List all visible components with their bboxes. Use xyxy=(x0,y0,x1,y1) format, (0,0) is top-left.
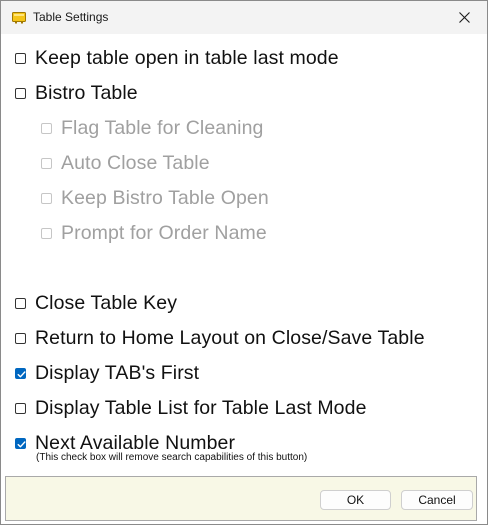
close-icon xyxy=(458,12,470,23)
checkbox xyxy=(41,122,52,134)
checkbox xyxy=(41,192,52,204)
option-keep-table-open[interactable]: Keep table open in table last mode xyxy=(15,46,339,70)
checkmark-icon xyxy=(17,440,26,447)
option-display-tabs-first[interactable]: Display TAB's First xyxy=(15,361,199,385)
option-label: Prompt for Order Name xyxy=(61,221,267,244)
checkbox-checked[interactable] xyxy=(15,367,26,379)
checkmark-icon xyxy=(17,370,26,377)
checkbox xyxy=(41,157,52,169)
ok-button[interactable]: OK xyxy=(320,490,391,510)
checkbox[interactable] xyxy=(15,297,26,309)
option-bistro-table[interactable]: Bistro Table xyxy=(15,81,138,105)
next-available-note: (This check box will remove search capab… xyxy=(36,452,308,463)
option-close-table-key[interactable]: Close Table Key xyxy=(15,291,177,315)
option-label: Return to Home Layout on Close/Save Tabl… xyxy=(35,326,425,349)
cancel-button[interactable]: Cancel xyxy=(401,490,473,510)
option-label: Close Table Key xyxy=(35,291,178,314)
option-return-home-layout[interactable]: Return to Home Layout on Close/Save Tabl… xyxy=(15,326,425,350)
title-bar: Table Settings xyxy=(1,1,487,34)
checkbox[interactable] xyxy=(15,402,26,414)
option-flag-table-cleaning: Flag Table for Cleaning xyxy=(41,116,263,140)
footer-divider xyxy=(476,476,477,521)
option-label: Keep table open in table last mode xyxy=(35,46,339,69)
table-settings-icon xyxy=(12,12,26,24)
option-label: Flag Table for Cleaning xyxy=(61,116,264,139)
close-button[interactable] xyxy=(441,1,487,34)
window-title: Table Settings xyxy=(33,10,109,24)
option-prompt-order-name: Prompt for Order Name xyxy=(41,221,267,245)
checkbox xyxy=(41,227,52,239)
option-auto-close-table: Auto Close Table xyxy=(41,151,210,175)
checkbox[interactable] xyxy=(15,87,26,99)
option-keep-bistro-open: Keep Bistro Table Open xyxy=(41,186,269,210)
option-display-table-list[interactable]: Display Table List for Table Last Mode xyxy=(15,396,367,420)
table-settings-dialog: Table Settings Keep table open in table … xyxy=(0,0,488,525)
option-label: Display Table List for Table Last Mode xyxy=(35,396,367,419)
option-label: Auto Close Table xyxy=(61,151,210,174)
checkbox[interactable] xyxy=(15,332,26,344)
checkbox-checked[interactable] xyxy=(15,437,26,449)
option-label: Bistro Table xyxy=(35,81,138,104)
option-label: Display TAB's First xyxy=(35,361,200,384)
option-label: Keep Bistro Table Open xyxy=(61,186,269,209)
checkbox[interactable] xyxy=(15,52,26,64)
